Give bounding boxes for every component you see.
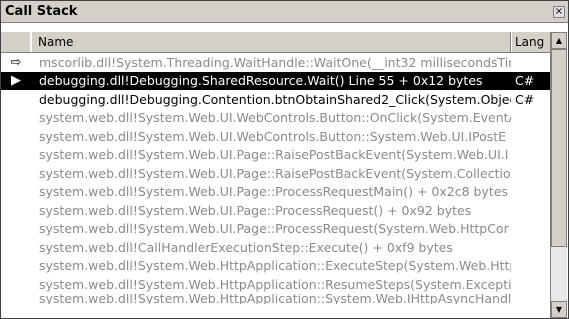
row-gutter xyxy=(1,275,31,294)
call-stack-row[interactable]: system.web.dll!System.Web.HttpApplicatio… xyxy=(1,257,550,276)
row-gutter xyxy=(1,201,31,220)
frame-name: system.web.dll!CallHandlerExecutionStep:… xyxy=(39,239,453,255)
call-stack-row[interactable]: ▶ debugging.dll!Debugging.SharedResource.… xyxy=(1,71,550,90)
call-stack-row[interactable]: system.web.dll!System.Web.UI.Page::Raise… xyxy=(1,146,550,165)
frame-name: system.web.dll!System.Web.HttpApplicatio… xyxy=(39,258,511,274)
frame-name: system.web.dll!System.Web.UI.WebControls… xyxy=(39,110,511,126)
row-gutter xyxy=(1,294,31,304)
frame-name: system.web.dll!System.Web.UI.Page::Raise… xyxy=(39,147,509,163)
frame-name: system.web.dll!System.Web.UI.Page::Raise… xyxy=(39,165,511,181)
scroll-up-icon[interactable]: ▲ xyxy=(551,32,567,49)
row-gutter xyxy=(1,257,31,276)
frame-name: system.web.dll!System.Web.HttpApplicatio… xyxy=(39,293,511,304)
vertical-scrollbar[interactable]: ▲ ▼ xyxy=(550,32,567,318)
column-header-name[interactable]: Name xyxy=(31,32,511,52)
call-stack-row[interactable]: system.web.dll!System.Web.UI.Page::Proce… xyxy=(1,183,550,202)
call-stack-row[interactable]: system.web.dll!System.Web.UI.WebControls… xyxy=(1,127,550,146)
call-stack-row[interactable]: system.web.dll!System.Web.UI.Page::Proce… xyxy=(1,201,550,220)
frame-name: debugging.dll!Debugging.Contention.btnOb… xyxy=(39,91,511,107)
frame-language: C# xyxy=(515,73,535,89)
row-gutter xyxy=(1,238,31,257)
row-gutter xyxy=(1,183,31,202)
row-gutter xyxy=(1,90,31,109)
header-gutter xyxy=(1,32,31,52)
call-stack-rows: ⇨ mscorlib.dll!System.Threading.WaitHandl… xyxy=(1,53,550,318)
scroll-down-icon[interactable]: ▼ xyxy=(551,301,567,318)
frame-name: debugging.dll!Debugging.SharedResource.W… xyxy=(39,73,483,89)
call-stack-row[interactable]: system.web.dll!System.Web.HttpApplicatio… xyxy=(1,294,550,304)
call-stack-row[interactable]: system.web.dll!System.Web.UI.WebControls… xyxy=(1,109,550,128)
call-stack-row[interactable]: system.web.dll!System.Web.UI.Page::Proce… xyxy=(1,220,550,239)
call-stack-window: Call Stack × Name Lang ⇨ mscorlib.dll!Sys… xyxy=(0,0,569,319)
frame-name: mscorlib.dll!System.Threading.WaitHandle… xyxy=(39,54,511,70)
call-stack-row[interactable]: debugging.dll!Debugging.Contention.btnOb… xyxy=(1,90,550,109)
frame-name: system.web.dll!System.Web.UI.WebControls… xyxy=(39,128,507,144)
call-stack-row[interactable]: system.web.dll!System.Web.UI.Page::Raise… xyxy=(1,164,550,183)
call-stack-row[interactable]: system.web.dll!CallHandlerExecutionStep:… xyxy=(1,238,550,257)
window-title: Call Stack xyxy=(5,4,78,19)
row-gutter xyxy=(1,164,31,183)
frame-language: C# xyxy=(515,91,535,107)
column-header: Name Lang xyxy=(1,32,550,53)
row-gutter xyxy=(1,220,31,239)
row-gutter xyxy=(1,109,31,128)
row-gutter xyxy=(1,127,31,146)
scrollbar-thumb[interactable] xyxy=(551,49,567,247)
frame-name: system.web.dll!System.Web.HttpApplicatio… xyxy=(39,276,511,292)
current-frame-arrow-icon: ⇨ xyxy=(10,54,22,70)
selected-frame-arrow-icon: ▶ xyxy=(11,73,21,89)
column-header-language[interactable]: Lang xyxy=(511,32,550,52)
row-gutter xyxy=(1,146,31,165)
frame-name: system.web.dll!System.Web.UI.Page::Proce… xyxy=(39,202,472,218)
call-stack-row[interactable]: system.web.dll!System.Web.HttpApplicatio… xyxy=(1,275,550,294)
title-bar: Call Stack × xyxy=(1,1,568,23)
frame-name: system.web.dll!System.Web.UI.Page::Proce… xyxy=(39,184,508,200)
call-stack-row[interactable]: ⇨ mscorlib.dll!System.Threading.WaitHandl… xyxy=(1,53,550,72)
close-icon[interactable]: × xyxy=(553,5,565,18)
call-stack-grid: Name Lang ⇨ mscorlib.dll!System.Threading… xyxy=(1,32,550,318)
frame-name: system.web.dll!System.Web.UI.Page::Proce… xyxy=(39,221,509,237)
